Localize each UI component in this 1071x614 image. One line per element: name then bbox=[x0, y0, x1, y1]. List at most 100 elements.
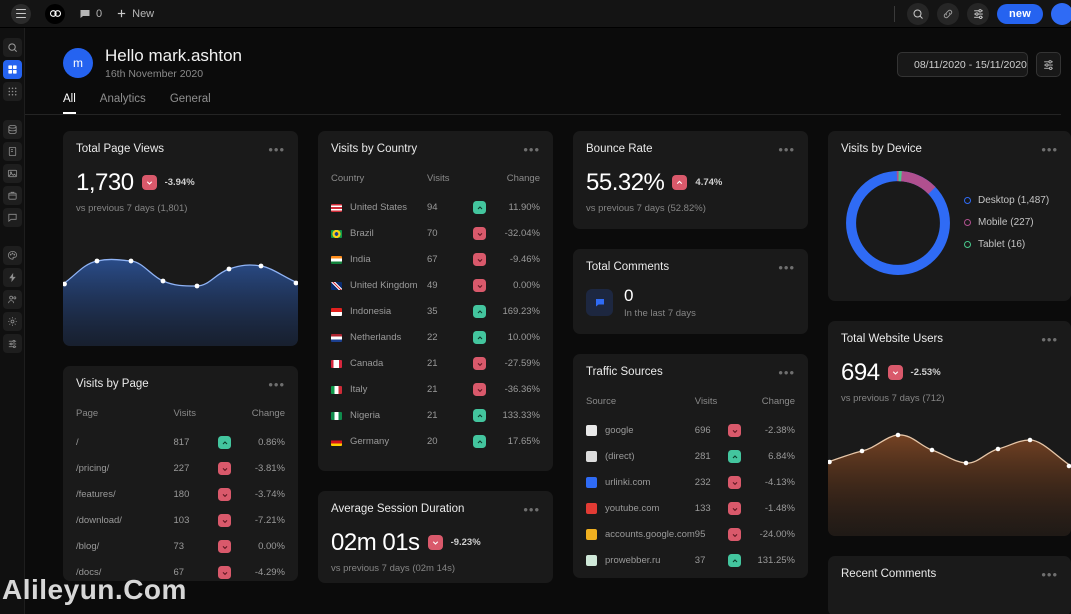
flag-icon bbox=[331, 203, 342, 212]
tab-analytics[interactable]: Analytics bbox=[100, 93, 146, 114]
new-content-button[interactable]: New bbox=[109, 0, 161, 28]
card-title: Average Session Duration bbox=[331, 502, 465, 515]
card-menu-button[interactable]: ••• bbox=[523, 503, 540, 516]
change-cell: -36.36% bbox=[473, 377, 540, 403]
filter-button[interactable] bbox=[1036, 52, 1061, 77]
trend-down-icon bbox=[473, 279, 487, 293]
card-title: Visits by Country bbox=[331, 142, 418, 155]
change-value: 169.23% bbox=[502, 306, 540, 318]
country-cell: Italy bbox=[331, 377, 427, 403]
sidebar-item-archive[interactable] bbox=[2, 186, 22, 205]
card-menu-button[interactable]: ••• bbox=[778, 261, 795, 274]
settings-sliders-button[interactable] bbox=[967, 2, 989, 25]
stat-subtitle: vs previous 7 days (712) bbox=[841, 392, 945, 404]
card-menu-button[interactable]: ••• bbox=[1041, 143, 1058, 156]
tab-general[interactable]: General bbox=[170, 93, 211, 114]
table-row[interactable]: /pricing/227 -3.81% bbox=[76, 456, 285, 482]
site-logo-button[interactable] bbox=[38, 0, 72, 28]
link-button[interactable] bbox=[937, 2, 959, 25]
table-row[interactable]: /download/103 -7.21% bbox=[76, 508, 285, 534]
new-content-label: New bbox=[132, 7, 155, 20]
card-menu-button[interactable]: ••• bbox=[1041, 568, 1058, 581]
change-value: -1.48% bbox=[764, 503, 795, 515]
sidebar-item-tools[interactable] bbox=[2, 334, 22, 353]
sidebar-item-comments[interactable] bbox=[2, 208, 22, 227]
visits-cell: 94 bbox=[427, 202, 438, 214]
source-favicon-icon bbox=[586, 529, 597, 541]
table-row[interactable]: Italy 21 -36.36% bbox=[331, 377, 540, 403]
table-row[interactable]: Germany 20 17.65% bbox=[331, 429, 540, 455]
sidebar-item-settings[interactable] bbox=[2, 312, 22, 331]
card-menu-button[interactable]: ••• bbox=[523, 143, 540, 156]
table-row[interactable]: United Kingdom 49 0.00% bbox=[331, 273, 540, 299]
sidebar-item-plugins[interactable] bbox=[2, 268, 22, 287]
country-cell: Canada bbox=[331, 351, 427, 377]
user-avatar[interactable] bbox=[1051, 2, 1071, 25]
sidebar-item-database[interactable] bbox=[2, 120, 22, 139]
table-row[interactable]: Brazil 70 -32.04% bbox=[331, 221, 540, 247]
table-row[interactable]: prowebber.ru 37 131.25% bbox=[586, 548, 795, 574]
visits-cell: 67 bbox=[427, 254, 438, 266]
table-row[interactable]: (direct) 281 6.84% bbox=[586, 444, 795, 470]
visits-cell: 232 bbox=[694, 477, 711, 489]
table-row[interactable]: India 67 -9.46% bbox=[331, 247, 540, 273]
table-row[interactable]: /docs/67 -4.29% bbox=[76, 560, 285, 581]
visits-cell: 281 bbox=[694, 451, 711, 463]
card-header: Total Comments ••• bbox=[573, 249, 808, 274]
page-cell: / bbox=[76, 437, 79, 449]
card-menu-button[interactable]: ••• bbox=[1041, 333, 1058, 346]
sidebar-item-pages[interactable] bbox=[2, 142, 22, 161]
source-favicon-icon bbox=[586, 555, 597, 567]
card-menu-button[interactable]: ••• bbox=[268, 143, 285, 156]
dashboard-grid: Total Page Views ••• 1,730 -3.94% vs pre… bbox=[25, 115, 1071, 614]
card-menu-button[interactable]: ••• bbox=[778, 366, 795, 379]
table-row[interactable]: / 817 0.86% bbox=[76, 430, 285, 456]
table-row[interactable]: Nigeria 21 133.33% bbox=[331, 403, 540, 429]
table-row[interactable]: google 696 -2.38% bbox=[586, 418, 795, 444]
stat-delta: -9.23% bbox=[450, 537, 481, 549]
tab-all[interactable]: All bbox=[63, 93, 76, 114]
table-row[interactable]: /blog/73 0.00% bbox=[76, 534, 285, 560]
visits-by-page-rows: / 817 0.86% /pricing/227 -3.81% /features/180… bbox=[76, 430, 285, 581]
flag-icon bbox=[331, 411, 342, 420]
search-button[interactable] bbox=[907, 2, 929, 25]
comments-button[interactable]: 0 bbox=[72, 0, 109, 28]
table-row[interactable]: United States 94 11.90% bbox=[331, 195, 540, 221]
sidebar-item-appearance[interactable] bbox=[2, 246, 22, 265]
card-menu-button[interactable]: ••• bbox=[778, 143, 795, 156]
new-pill-button[interactable]: new bbox=[997, 3, 1043, 24]
country-name: Canada bbox=[350, 358, 384, 370]
col-change: Change bbox=[251, 407, 285, 419]
table-row[interactable]: Netherlands 22 10.00% bbox=[331, 325, 540, 351]
card-header: Recent Comments ••• bbox=[828, 556, 1071, 581]
table-row[interactable]: accounts.google.com 95 -24.00% bbox=[586, 522, 795, 548]
menu-toggle-button[interactable] bbox=[4, 0, 38, 28]
change-cell: 131.25% bbox=[728, 548, 795, 574]
plugin-bolt-icon bbox=[8, 272, 16, 283]
table-row[interactable]: Canada 21 -27.59% bbox=[331, 351, 540, 377]
sidebar-item-users[interactable] bbox=[2, 290, 22, 309]
country-cell: Germany bbox=[331, 429, 427, 455]
stat-row: 55.32% 4.74% bbox=[586, 169, 795, 197]
sidebar-item-dashboard[interactable] bbox=[2, 60, 22, 79]
stat-value: 02m 01s bbox=[331, 528, 420, 556]
sidebar-item-apps[interactable] bbox=[2, 82, 22, 101]
table-row[interactable]: youtube.com 133 -1.48% bbox=[586, 496, 795, 522]
date-range-picker[interactable]: 08/11/2020 - 15/11/2020 bbox=[897, 52, 1028, 77]
sidebar-item-search[interactable] bbox=[2, 38, 22, 57]
change-cell: 169.23% bbox=[473, 299, 540, 325]
table-row[interactable]: /features/180 -3.74% bbox=[76, 482, 285, 508]
source-cell: accounts.google.com bbox=[586, 522, 695, 548]
divider bbox=[894, 5, 895, 22]
sidebar-item-media[interactable] bbox=[2, 164, 22, 183]
col-visits: Visits bbox=[694, 395, 718, 407]
table-row[interactable]: urlinki.com 232 -4.13% bbox=[586, 470, 795, 496]
legend-label-desktop: Desktop (1,487) bbox=[978, 195, 1050, 207]
card-recent-comments: Recent Comments ••• bbox=[828, 555, 1071, 614]
search-icon bbox=[913, 9, 923, 19]
change-cell: 0.86% bbox=[218, 430, 285, 456]
page-cell: /pricing/ bbox=[76, 463, 110, 475]
card-menu-button[interactable]: ••• bbox=[268, 378, 285, 391]
table-row[interactable]: Indonesia 35 169.23% bbox=[331, 299, 540, 325]
trend-down-icon bbox=[218, 540, 232, 554]
